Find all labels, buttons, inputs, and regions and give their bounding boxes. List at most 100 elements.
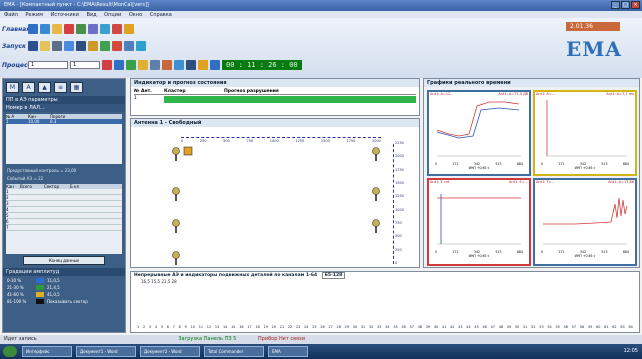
warning-icon[interactable] <box>210 60 220 70</box>
plot-3-chart <box>437 194 521 245</box>
channel-number: 8 <box>178 325 181 329</box>
sensor-icon[interactable] <box>171 187 181 201</box>
channel-number: 9 <box>184 325 187 329</box>
monitor-icon[interactable] <box>64 41 74 51</box>
channel-number: 50 <box>514 325 520 329</box>
channel-number: 16 <box>239 325 244 329</box>
taskbar-item[interactable]: Интерфейс <box>22 346 72 357</box>
logo-time: 2.01.36 <box>566 22 620 31</box>
open-icon[interactable] <box>28 24 38 34</box>
filter-icon[interactable] <box>174 60 184 70</box>
taskbar-item[interactable]: Total Commander <box>204 346 264 357</box>
page-icon[interactable] <box>28 41 38 51</box>
maximize-button[interactable]: □ <box>621 1 630 9</box>
toolbar-row-main: Главная <box>2 24 134 34</box>
channel-range-button[interactable]: 65-128 <box>321 272 346 279</box>
info-events: Событий АЭ = 22 <box>7 176 44 181</box>
channel-number: 10 <box>190 325 195 329</box>
channel-number: 41 <box>441 325 447 329</box>
grid-icon[interactable] <box>114 60 124 70</box>
save-icon[interactable] <box>40 24 50 34</box>
plot-2-chart <box>546 100 627 157</box>
left-list-icon[interactable]: ≡ <box>54 82 67 93</box>
toolbar-row-process: Процесс 1 1 00 : 11 : 26 : 00 <box>2 60 302 70</box>
channel-number: 62 <box>612 325 617 329</box>
flag-icon[interactable] <box>162 60 172 70</box>
print-icon[interactable] <box>52 41 62 51</box>
status-bar: Идет запись Загрузка Панель ПЗ 5 Прибор … <box>0 335 642 344</box>
channel-number: 57 <box>571 325 577 329</box>
delete-icon[interactable] <box>64 24 74 34</box>
graphs-panel: Графики реального времени Ant1: A=12... A… <box>423 78 640 268</box>
copy-icon[interactable] <box>40 41 50 51</box>
marker-icon[interactable] <box>112 24 122 34</box>
antenna-yscale <box>393 144 394 264</box>
folder-icon[interactable] <box>52 24 62 34</box>
minimize-button[interactable]: _ <box>611 1 620 9</box>
sensor-icon[interactable] <box>171 251 181 265</box>
window-titlebar: EMA - [Компактный пункт - C:\EMA\Result\… <box>0 0 642 11</box>
channel-number: 36 <box>401 325 406 329</box>
check-icon[interactable] <box>186 60 196 70</box>
channel-values: 16,5 15,5 21,5 28 <box>141 279 177 284</box>
channel-number: 18 <box>255 325 260 329</box>
status-left: Идет запись <box>4 336 37 342</box>
pen-icon[interactable] <box>136 41 146 51</box>
antenna-title: Антенна 1 - Свободный <box>131 119 419 127</box>
sensor-icon[interactable] <box>371 219 381 233</box>
star-icon[interactable] <box>88 41 98 51</box>
close-button[interactable]: × <box>631 1 640 9</box>
taskbar-item[interactable]: Документ2 - Word <box>140 346 200 357</box>
start-icon[interactable] <box>3 346 17 357</box>
plot-4-chart <box>543 197 628 245</box>
plot-4[interactable]: Ant1: T=... Ant1: A=17,86 0 171 342 513 684 И… <box>533 178 637 266</box>
channel-number: 30 <box>352 325 358 329</box>
plot-3-xlabel: ИНП +0,65 с <box>468 254 490 258</box>
param-grid-row[interactable]: 1 10,00 0.3 <box>6 119 122 124</box>
bell-icon[interactable] <box>124 41 134 51</box>
image-icon[interactable] <box>100 24 110 34</box>
sensor-icon[interactable] <box>371 147 381 161</box>
left-tab-m[interactable]: М <box>6 82 19 93</box>
taskbar-item[interactable]: EMA <box>268 346 308 357</box>
channel-number: 55 <box>555 325 560 329</box>
edit-icon[interactable] <box>112 41 122 51</box>
left-sort-icon[interactable]: ▲ <box>38 82 51 93</box>
sensor-icon[interactable] <box>171 219 181 233</box>
app-logo: 2.01.36 EMA <box>566 22 638 74</box>
channel-number: 42 <box>450 325 455 329</box>
camera-icon[interactable] <box>76 41 86 51</box>
taskbar-item[interactable]: Документ1 - Word <box>76 346 136 357</box>
channel-number: 33 <box>377 325 382 329</box>
help-icon[interactable] <box>124 24 134 34</box>
plot-1-chart <box>436 101 521 157</box>
lock-icon[interactable] <box>198 60 208 70</box>
sensor-icon[interactable] <box>371 187 381 201</box>
legend-row: 81-100 % Показывать сектор <box>7 299 88 304</box>
sensor-icon[interactable] <box>171 147 181 161</box>
pause-icon[interactable] <box>138 60 148 70</box>
record-icon[interactable] <box>102 60 112 70</box>
process-combo-1[interactable]: 1 <box>28 61 68 69</box>
channel-number: 20 <box>271 325 276 329</box>
left-grid-icon[interactable]: ▦ <box>70 82 83 93</box>
end-data-button[interactable]: Конец данных <box>23 256 105 265</box>
play-icon[interactable] <box>126 60 136 70</box>
tool-icon[interactable] <box>88 24 98 34</box>
toolbar-label-main: Главная <box>2 25 31 33</box>
plot-3[interactable]: Ant1: 1 cnt Ant1: E=... 0 171 342 513 684 ИНП… <box>427 178 531 266</box>
channel-number: 59 <box>587 325 593 329</box>
legend-row: 41-60 % 41,0,5 <box>7 292 60 297</box>
stop-icon[interactable] <box>150 60 160 70</box>
left-tab-a[interactable]: А <box>22 82 35 93</box>
antenna-yscale-labels: 2250 2000 1750 1500 1250 1000 750 500 250 0 <box>395 141 404 265</box>
settings-icon[interactable] <box>76 24 86 34</box>
plot-2[interactable]: Ant1: A=... Ant1: A=7,1 ms 0 171 342 513 684 … <box>533 90 637 176</box>
antenna-ruler-labels: 0 250 500 750 1000 1250 1500 1750 2000 <box>181 139 381 143</box>
list-item[interactable]: 7 <box>6 225 122 231</box>
chart-icon[interactable] <box>100 41 110 51</box>
legend-swatch <box>36 292 44 297</box>
process-combo-2[interactable]: 1 <box>70 61 100 69</box>
plot-1[interactable]: Ant1: A=12... Ant1: A=71,5 Дб 0 171 342 513 6… <box>427 90 531 176</box>
sensor-active-icon[interactable] <box>183 145 193 159</box>
